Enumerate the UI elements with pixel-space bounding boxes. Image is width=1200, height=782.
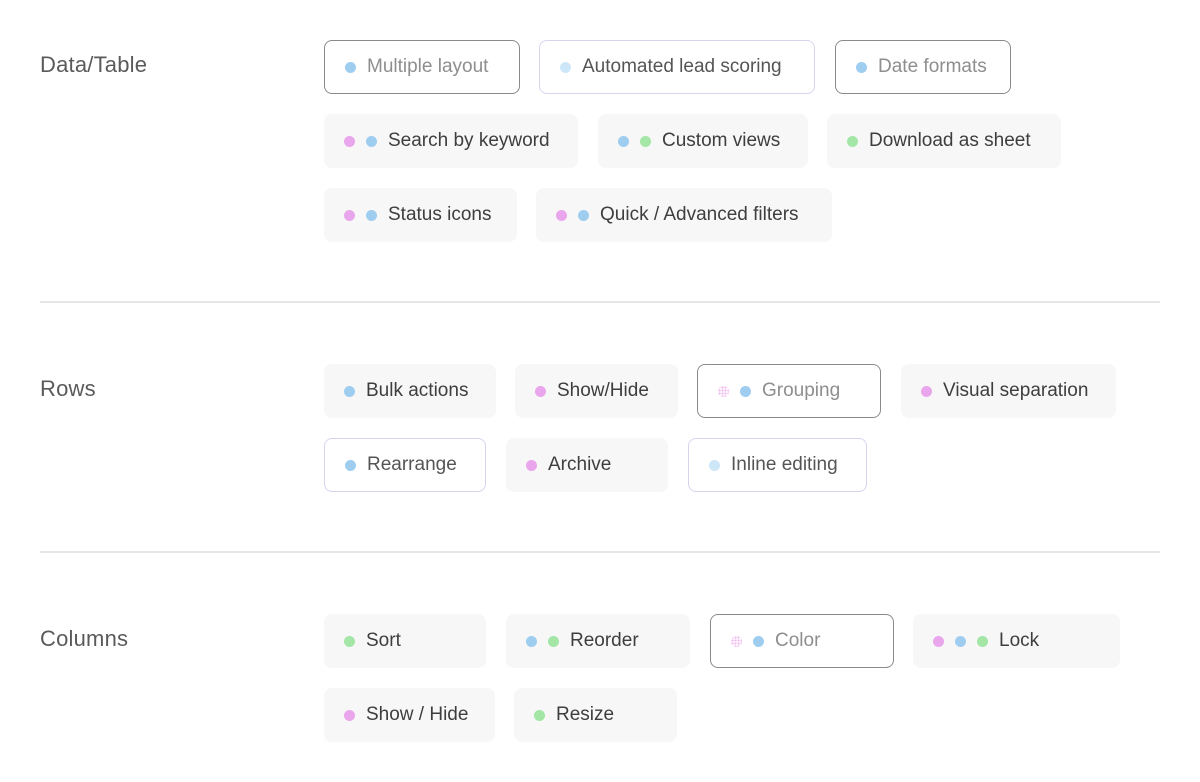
- blue-dot-icon: [344, 385, 355, 397]
- blue-dot-icon: [856, 61, 867, 73]
- pink-dot-icon: [535, 385, 546, 397]
- section-title-data-table: Data/Table: [40, 52, 148, 77]
- chip-automated-lead-scoring[interactable]: Automated lead scoring: [539, 40, 815, 94]
- chip-label: Color: [775, 630, 821, 651]
- chip-custom-views[interactable]: Custom views: [598, 114, 808, 168]
- light-blue-dot-icon: [560, 61, 571, 73]
- chip-download-as-sheet[interactable]: Download as sheet: [827, 114, 1061, 168]
- green-dot-icon: [640, 135, 651, 147]
- blue-dot-icon: [618, 135, 629, 147]
- chip-label: Resize: [556, 704, 615, 725]
- blue-dot-icon: [740, 385, 751, 397]
- chip-sort[interactable]: Sort: [324, 614, 486, 668]
- pink-dot-icon: [526, 459, 537, 471]
- blue-dot-icon: [955, 635, 966, 647]
- chip-lock[interactable]: Lock: [913, 614, 1120, 668]
- chip-quick-advanced-filters[interactable]: Quick / Advanced filters: [536, 188, 832, 242]
- section-divider: [40, 551, 1160, 553]
- green-dot-icon: [548, 635, 559, 647]
- chip-label: Automated lead scoring: [582, 56, 782, 77]
- blue-dot-icon: [345, 459, 356, 471]
- blue-dot-icon: [753, 635, 764, 647]
- section-title-columns: Columns: [40, 626, 129, 651]
- pink-dot-icon: [344, 709, 355, 721]
- chip-status-icons[interactable]: Status icons: [324, 188, 517, 242]
- green-dot-icon: [534, 709, 545, 721]
- chip-visual-separation[interactable]: Visual separation: [901, 364, 1116, 418]
- chip-label: Download as sheet: [869, 130, 1031, 151]
- chip-label: Date formats: [878, 56, 987, 77]
- dotted-pink-dot-icon: [718, 385, 729, 397]
- chip-search-by-keyword[interactable]: Search by keyword: [324, 114, 578, 168]
- pink-dot-icon: [921, 385, 932, 397]
- chip-bulk-actions[interactable]: Bulk actions: [324, 364, 496, 418]
- chip-label: Status icons: [388, 204, 492, 225]
- chip-label: Rearrange: [367, 454, 457, 475]
- chip-date-formats[interactable]: Date formats: [835, 40, 1011, 94]
- chip-label: Show / Hide: [366, 704, 469, 725]
- pink-dot-icon: [344, 135, 355, 147]
- pink-dot-icon: [556, 209, 567, 221]
- blue-dot-icon: [345, 61, 356, 73]
- chip-label: Search by keyword: [388, 130, 550, 151]
- chip-label: Bulk actions: [366, 380, 469, 401]
- chip-label: Inline editing: [731, 454, 838, 475]
- pink-dot-icon: [344, 209, 355, 221]
- chip-show-hide-rows[interactable]: Show/Hide: [515, 364, 678, 418]
- chip-label: Show/Hide: [557, 380, 649, 401]
- chip-label: Quick / Advanced filters: [600, 204, 799, 225]
- green-dot-icon: [847, 135, 858, 147]
- blue-dot-icon: [578, 209, 589, 221]
- chip-multiple-layout[interactable]: Multiple layout: [324, 40, 520, 94]
- blue-dot-icon: [366, 135, 377, 147]
- chip-label: Archive: [548, 454, 612, 475]
- chip-inline-editing[interactable]: Inline editing: [688, 438, 867, 492]
- chip-archive[interactable]: Archive: [506, 438, 668, 492]
- blue-dot-icon: [526, 635, 537, 647]
- section-title-rows: Rows: [40, 376, 96, 401]
- dotted-pink-dot-icon: [731, 635, 742, 647]
- chip-label: Sort: [366, 630, 401, 651]
- chip-label: Reorder: [570, 630, 639, 651]
- chip-resize[interactable]: Resize: [514, 688, 677, 742]
- chip-label: Grouping: [762, 380, 841, 401]
- chip-color[interactable]: Color: [710, 614, 894, 668]
- chip-label: Custom views: [662, 130, 781, 151]
- chip-label: Visual separation: [943, 380, 1089, 401]
- chip-grouping[interactable]: Grouping: [697, 364, 881, 418]
- chip-reorder[interactable]: Reorder: [506, 614, 690, 668]
- green-dot-icon: [977, 635, 988, 647]
- blue-dot-icon: [366, 209, 377, 221]
- chip-label: Multiple layout: [367, 56, 489, 77]
- chip-rearrange[interactable]: Rearrange: [324, 438, 486, 492]
- chip-show-hide-columns[interactable]: Show / Hide: [324, 688, 495, 742]
- pink-dot-icon: [933, 635, 944, 647]
- light-blue-dot-icon: [709, 459, 720, 471]
- chip-label: Lock: [999, 630, 1040, 651]
- section-divider: [40, 301, 1160, 303]
- green-dot-icon: [344, 635, 355, 647]
